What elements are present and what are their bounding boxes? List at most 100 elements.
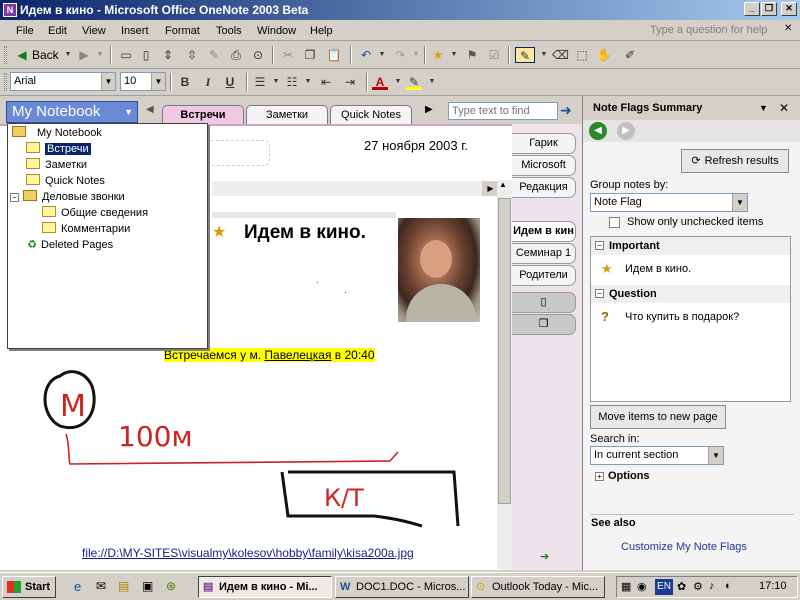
task-pane-menu-icon[interactable]: ▼	[759, 96, 768, 120]
flag-item-question[interactable]: Что купить в подарок?	[625, 311, 739, 323]
bullets-icon[interactable]: ☰	[252, 74, 268, 90]
numbering-icon[interactable]: ☷	[284, 74, 300, 90]
tree-node-my-notebook[interactable]: My Notebook	[12, 126, 102, 141]
page-title[interactable]: Идем в кино.	[244, 222, 366, 244]
highlight-icon[interactable]: ✎	[406, 74, 422, 90]
chevron-down-icon[interactable]: ▼	[151, 73, 165, 90]
redo-icon[interactable]: ↷	[392, 47, 408, 63]
menu-help[interactable]: Help	[306, 23, 337, 39]
restore-button[interactable]: ❐	[761, 2, 777, 16]
network-icon[interactable]: ▦	[621, 580, 631, 593]
ask-question-box[interactable]: Type a question for help	[644, 22, 784, 38]
vertical-scrollbar[interactable]: ▲	[497, 180, 512, 570]
menu-window[interactable]: Window	[253, 23, 300, 39]
tray-icon-3[interactable]: ✿	[677, 580, 686, 593]
tree-node-delovye-zvonki[interactable]: − Деловые звонки	[10, 190, 125, 205]
page-tab-idem-v-kino[interactable]: Идем в кин	[512, 221, 576, 242]
note-flag-star-icon[interactable]: ★	[430, 47, 446, 63]
print-preview-icon[interactable]: ⊙	[250, 47, 266, 63]
find-go-icon[interactable]: ➜	[560, 102, 572, 119]
notebook-button[interactable]: My Notebook ▼	[6, 101, 138, 123]
language-indicator[interactable]: EN	[655, 579, 673, 595]
menu-file[interactable]: File	[12, 23, 38, 39]
page-tab-redakciya[interactable]: Редакция	[512, 177, 576, 198]
customize-flags-link[interactable]: Customize My Note Flags	[621, 541, 747, 553]
options-toggle[interactable]: Options	[608, 470, 650, 482]
pin-icon[interactable]: ✎	[206, 47, 222, 63]
hscroll-right-icon[interactable]: ▶	[484, 181, 497, 196]
tab-zametki[interactable]: Заметки	[246, 105, 328, 124]
outline-container-handle[interactable]	[212, 212, 396, 218]
tray-icon-4[interactable]: ⚙	[693, 580, 703, 593]
tab-vstrechi[interactable]: Встречи	[162, 105, 244, 124]
writing-guides-icon[interactable]: ✐	[622, 47, 638, 63]
ie-icon[interactable]: e	[74, 579, 81, 594]
chevron-down-icon[interactable]: ▼	[101, 73, 115, 90]
chevron-down-icon[interactable]: ▼	[732, 194, 747, 211]
flag-check-icon[interactable]: ☑	[486, 47, 502, 63]
lasso-icon[interactable]: ✋	[596, 47, 612, 63]
refresh-results-button[interactable]: ⟳ Refresh results	[681, 149, 789, 173]
only-unchecked-checkbox[interactable]	[609, 217, 620, 228]
font-color-icon[interactable]: A	[372, 74, 388, 90]
tree-node-kommentarii[interactable]: Комментарии	[42, 222, 130, 237]
font-size-select[interactable]: 10 ▼	[120, 72, 166, 91]
scroll-up-icon[interactable]: ▲	[499, 180, 507, 189]
increase-indent-icon[interactable]: ⇥	[342, 74, 358, 90]
collapse-icon[interactable]: −	[595, 241, 604, 250]
task-outlook[interactable]: ⊙ Outlook Today - Mic...	[471, 576, 605, 598]
expand-icon[interactable]: +	[595, 472, 604, 481]
find-input[interactable]	[448, 102, 558, 120]
minimize-button[interactable]: _	[744, 2, 760, 16]
scroll-thumb[interactable]	[498, 198, 511, 504]
forward-icon[interactable]: ▶	[76, 47, 92, 63]
move-items-button[interactable]: Move items to new page	[590, 405, 726, 429]
page-tab-seminar[interactable]: Семинар 1	[512, 243, 576, 264]
numbering-dropdown-icon[interactable]: ▼	[300, 74, 316, 90]
flag-search-icon[interactable]: ⚑	[464, 47, 480, 63]
redo-dropdown-icon[interactable]: ▼	[408, 47, 424, 63]
pane-back-icon[interactable]: ◀	[589, 122, 607, 140]
page-tab-roditeli[interactable]: Родители	[512, 265, 576, 286]
desktop-quick-icon[interactable]: ▣	[142, 579, 153, 593]
task-word-doc[interactable]: W DOC1.DOC - Micros...	[335, 576, 469, 598]
eraser-icon[interactable]: ⌫	[552, 47, 569, 63]
forward-dropdown-icon[interactable]: ▼	[92, 47, 108, 63]
highlight-dropdown-icon[interactable]: ▼	[424, 74, 440, 90]
flag-item-important[interactable]: Идем в кино.	[625, 263, 691, 275]
horizontal-scrollbar[interactable]: ▶	[212, 181, 496, 196]
task-pane-close-icon[interactable]: ✕	[779, 96, 789, 120]
tab-quick-notes[interactable]: Quick Notes	[330, 105, 412, 124]
group-question[interactable]: − Question	[591, 285, 790, 303]
menu-tools[interactable]: Tools	[212, 23, 246, 39]
print-icon[interactable]: ⎙	[228, 47, 244, 63]
bold-icon[interactable]: B	[177, 74, 193, 90]
copy-icon[interactable]: ❐	[302, 47, 318, 63]
tree-node-obshchie-svedeniya[interactable]: Общие сведения	[42, 206, 148, 221]
font-name-select[interactable]: Arial ▼	[10, 72, 116, 91]
outlook-quick-icon[interactable]: ✉	[96, 579, 106, 593]
page-tab-garik[interactable]: Гарик	[512, 133, 576, 154]
selection-tool-icon[interactable]: ⬚	[574, 47, 590, 63]
new-subpage-icon[interactable]: ▯	[138, 47, 154, 63]
undo-dropdown-icon[interactable]: ▼	[374, 47, 390, 63]
insert-extra-space-icon[interactable]: ⇕	[160, 47, 176, 63]
new-page-tab[interactable]: ▯	[512, 292, 576, 313]
toolbar-grip[interactable]	[4, 46, 7, 64]
new-subpage-tab[interactable]: ❐	[512, 314, 576, 335]
tree-node-deleted-pages[interactable]: ♻ Deleted Pages	[26, 238, 113, 253]
ink-drawing[interactable]: M 100м К/Т	[30, 356, 470, 556]
note-flag-dropdown-icon[interactable]: ▼	[446, 47, 462, 63]
back-icon[interactable]: ◀	[14, 47, 30, 63]
menu-edit[interactable]: Edit	[44, 23, 71, 39]
start-button[interactable]: Start	[2, 576, 56, 598]
pane-forward-icon[interactable]: ▶	[617, 122, 635, 140]
paste-icon[interactable]: 📋	[326, 47, 342, 63]
volume-icon[interactable]: ♪	[709, 580, 715, 592]
italic-icon[interactable]: I	[200, 74, 216, 90]
clock[interactable]: 17:10	[759, 580, 787, 592]
pen-icon[interactable]: ✎	[515, 47, 535, 63]
page-split-icon[interactable]: ⇳	[184, 47, 200, 63]
tree-node-zametki[interactable]: Заметки	[26, 158, 87, 173]
back-button[interactable]: Back	[32, 48, 59, 62]
